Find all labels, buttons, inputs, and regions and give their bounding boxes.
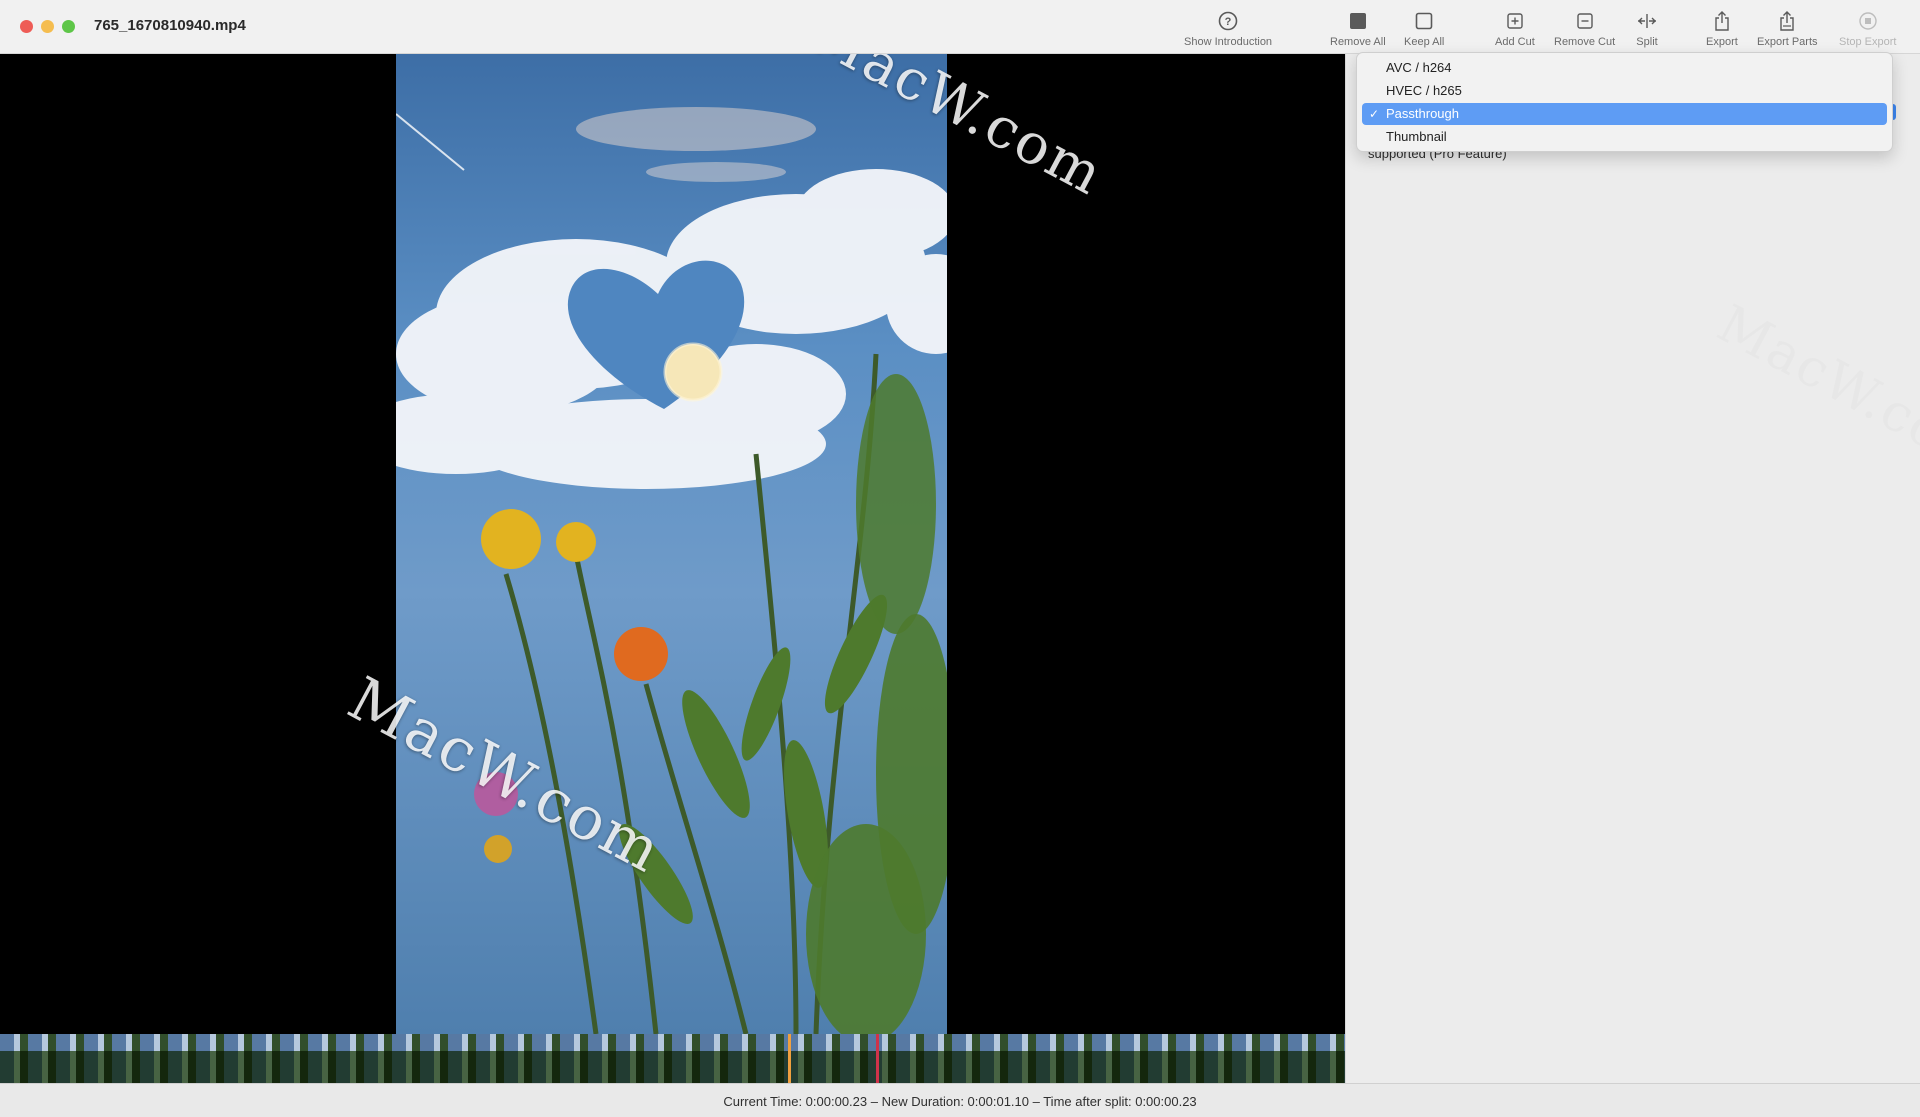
export-format-menu[interactable]: AVC / h264 HVEC / h265 ✓ Passthrough Thum…: [1356, 52, 1893, 152]
plus-square-icon: [1507, 13, 1523, 29]
menu-item-avc-h264[interactable]: AVC / h264: [1362, 57, 1887, 79]
svg-text:?: ?: [1225, 16, 1232, 28]
export-label: Export: [1706, 36, 1738, 48]
menu-item-passthrough[interactable]: ✓ Passthrough: [1362, 103, 1887, 125]
cut-marker[interactable]: [876, 1034, 879, 1083]
show-introduction-label: Show Introduction: [1184, 36, 1273, 48]
export-parts-button[interactable]: Export Parts: [1757, 10, 1818, 48]
export-parts-label: Export Parts: [1757, 36, 1818, 48]
menu-item-label: Passthrough: [1386, 106, 1459, 121]
split-button[interactable]: Split: [1636, 10, 1658, 48]
share-multiple-icon: [1780, 11, 1794, 31]
playhead-marker[interactable]: [788, 1034, 791, 1083]
minus-square-icon: [1576, 13, 1593, 29]
checkmark-icon: ✓: [1369, 107, 1380, 121]
timeline-filmstrip[interactable]: [0, 1034, 1345, 1083]
time-status-text: Current Time: 0:00:00.23 – New Duration:…: [723, 1094, 1197, 1109]
remove-all-label: Remove All: [1330, 36, 1386, 48]
menu-item-thumbnail[interactable]: Thumbnail: [1362, 126, 1887, 148]
filled-square-icon: [1349, 13, 1366, 29]
add-cut-button[interactable]: Add Cut: [1495, 10, 1535, 48]
keep-all-label: Keep All: [1404, 36, 1445, 48]
video-frame: [396, 54, 947, 1034]
title-bar: 765_1670810940.mp4 ? Show Introduction R…: [0, 0, 1920, 54]
remove-all-button[interactable]: Remove All: [1330, 10, 1386, 48]
show-introduction-button[interactable]: ? Show Introduction: [1184, 10, 1272, 48]
video-preview[interactable]: MacW.com MacW.com: [0, 54, 1345, 1034]
watermark-right: MacW.com: [1707, 294, 1920, 488]
split-label: Split: [1636, 36, 1658, 48]
stop-circle-icon: [1859, 12, 1877, 30]
close-window-button[interactable]: [20, 20, 33, 33]
split-arrows-icon: [1638, 14, 1656, 28]
remove-cut-label: Remove Cut: [1554, 36, 1616, 48]
export-button[interactable]: Export: [1706, 10, 1738, 48]
side-panel: supported (Pro Feature) MacW.com: [1345, 54, 1920, 1083]
zoom-window-button[interactable]: [62, 20, 75, 33]
stop-export-button[interactable]: Stop Export: [1839, 10, 1896, 48]
filmstrip-thumbnails: [0, 1034, 1345, 1083]
status-bar: Current Time: 0:00:00.23 – New Duration:…: [0, 1083, 1920, 1117]
menu-item-label: HVEC / h265: [1386, 83, 1462, 98]
menu-item-label: Thumbnail: [1386, 129, 1447, 144]
share-icon: [1715, 11, 1729, 31]
question-circle-icon: ?: [1218, 11, 1238, 31]
menu-item-hvec-h265[interactable]: HVEC / h265: [1362, 80, 1887, 102]
window-title: 765_1670810940.mp4: [94, 17, 246, 34]
keep-all-button[interactable]: Keep All: [1404, 10, 1444, 48]
add-cut-label: Add Cut: [1495, 36, 1535, 48]
stop-export-label: Stop Export: [1839, 36, 1897, 48]
empty-square-icon: [1415, 12, 1433, 30]
menu-item-label: AVC / h264: [1386, 60, 1452, 75]
minimize-window-button[interactable]: [41, 20, 54, 33]
video-frame-image: [396, 107, 947, 1034]
remove-cut-button[interactable]: Remove Cut: [1554, 10, 1615, 48]
